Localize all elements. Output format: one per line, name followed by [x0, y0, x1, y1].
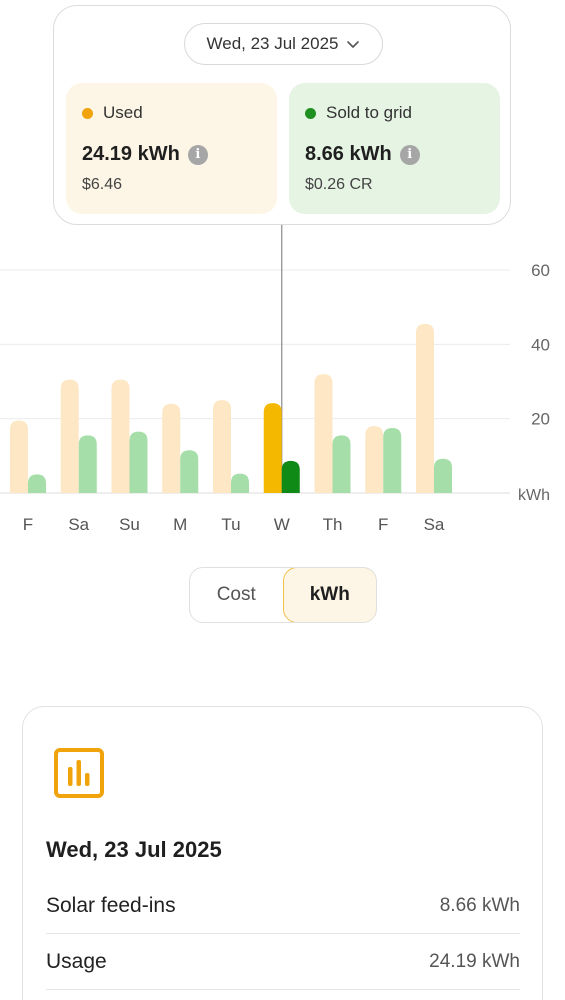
chevron-down-icon: [346, 41, 359, 48]
used-bar: [213, 400, 231, 493]
row-value: 24.19 kWh: [429, 950, 520, 972]
sold-bar: [78, 435, 97, 493]
x-tick-label: Sa: [68, 515, 89, 534]
sold-bar: [332, 435, 351, 493]
x-tick-label: Tu: [221, 515, 240, 534]
sold-bar: [383, 427, 402, 493]
y-unit-label: kWh: [518, 487, 550, 504]
sold-bar: [28, 474, 46, 493]
used-bar: [263, 403, 282, 493]
used-cost: $6.46: [82, 176, 123, 193]
sold-bar: [281, 460, 300, 493]
used-bar: [111, 379, 130, 493]
detail-row-usage: Usage 24.19 kWh: [46, 934, 520, 990]
x-tick-label: Th: [323, 515, 343, 534]
used-dot-icon: [82, 107, 93, 119]
row-value: 8.66 kWh: [439, 894, 520, 916]
sold-dot-icon: [305, 107, 316, 119]
sold-stat-box: Sold to grid 8.66 kWh i $0.26 CR: [289, 83, 500, 214]
used-value: 24.19 kWh: [82, 143, 180, 165]
toggle-kwh-button[interactable]: kWh: [282, 568, 376, 622]
sold-bar: [231, 473, 249, 493]
x-tick-label: W: [274, 515, 290, 534]
toggle-cost-button[interactable]: Cost: [190, 568, 283, 622]
used-bar: [416, 323, 434, 493]
usage-bar-chart[interactable]: 20 40 60 kWh F Sa Su M Tu W Th F Sa: [0, 220, 565, 550]
x-tick-label: M: [173, 515, 187, 534]
y-tick-label: 20: [531, 410, 550, 429]
x-tick-label: Sa: [424, 515, 445, 534]
detail-row-solar: Solar feed-ins 8.66 kWh: [46, 878, 520, 934]
sold-label: Sold to grid: [326, 103, 412, 122]
sold-bar: [180, 450, 199, 493]
used-bar: [365, 426, 384, 493]
date-selector-label: Wed, 23 Jul 2025: [206, 34, 339, 53]
info-icon[interactable]: i: [187, 144, 208, 165]
y-tick-label: 60: [531, 261, 550, 280]
row-label: Solar feed-ins: [46, 893, 176, 917]
used-label: Used: [103, 103, 143, 122]
y-tick-label: 40: [531, 335, 550, 354]
sold-credit: $0.26 CR: [305, 176, 373, 193]
sold-bar: [129, 431, 148, 493]
x-tick-label: F: [23, 515, 33, 534]
bar-chart-icon: [54, 748, 104, 798]
used-bar: [314, 374, 333, 493]
sold-bar: [434, 458, 452, 493]
detail-date: Wed, 23 Jul 2025: [46, 837, 222, 862]
row-label: Usage: [46, 949, 107, 973]
used-bar: [60, 379, 79, 493]
used-stat-box: Used 24.19 kWh i $6.46: [66, 83, 277, 214]
x-tick-label: Su: [119, 515, 140, 534]
day-tooltip-card: Wed, 23 Jul 2025 Used 24.19 kWh i $6.46 …: [53, 5, 511, 225]
used-bar: [162, 403, 181, 493]
info-icon[interactable]: i: [399, 144, 420, 165]
date-selector[interactable]: Wed, 23 Jul 2025: [184, 23, 383, 65]
sold-value: 8.66 kWh: [305, 143, 392, 165]
unit-toggle: Cost kWh: [189, 567, 377, 623]
day-detail-card: Wed, 23 Jul 2025 Solar feed-ins 8.66 kWh…: [22, 706, 543, 1000]
x-tick-label: F: [378, 515, 388, 534]
used-bar: [10, 420, 28, 493]
energy-usage-screen: 20 40 60 kWh F Sa Su M Tu W Th F Sa Wed, 23 Jul 2025…: [0, 0, 565, 1000]
